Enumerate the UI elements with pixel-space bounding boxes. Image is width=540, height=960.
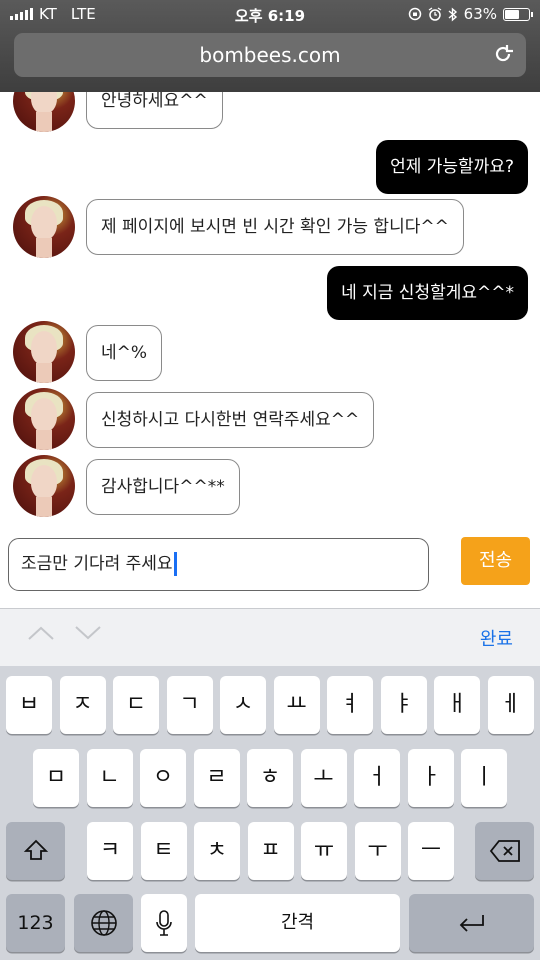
message-bubble-outgoing: 네 지금 신청할게요^^*: [327, 266, 528, 320]
send-button[interactable]: 전송: [461, 537, 530, 585]
message-bubble-incoming: 감사합니다^^**: [86, 459, 240, 515]
key-5[interactable]: ㅠ: [301, 822, 347, 880]
key-8[interactable]: ㅑ: [380, 676, 427, 734]
done-button[interactable]: 완료: [480, 625, 513, 651]
key-9[interactable]: ㅣ: [461, 749, 507, 807]
key-2[interactable]: ㅈ: [59, 676, 106, 734]
message-input-text: 조금만 기다려 주세요: [21, 554, 173, 574]
space-key[interactable]: 간격: [195, 894, 400, 952]
composer: 조금만 기다려 주세요 전송: [0, 532, 540, 608]
key-5[interactable]: ㅅ: [220, 676, 266, 734]
key-3[interactable]: ㅊ: [194, 822, 240, 880]
key-7[interactable]: ㅡ: [408, 822, 454, 880]
shift-icon: [23, 839, 48, 860]
key-3[interactable]: ㅇ: [140, 749, 186, 807]
avatar: [13, 92, 75, 132]
chevron-up-icon[interactable]: [27, 625, 55, 641]
numbers-key[interactable]: 123: [6, 894, 65, 952]
message-bubble-incoming: 안녕하세요^^: [86, 92, 223, 129]
globe-key[interactable]: [74, 894, 133, 952]
address-bar[interactable]: bombees.com: [14, 33, 526, 77]
message-input[interactable]: 조금만 기다려 주세요: [8, 538, 429, 591]
backspace-key[interactable]: [475, 822, 534, 880]
key-1[interactable]: ㅋ: [87, 822, 133, 880]
key-6[interactable]: ㅜ: [354, 822, 401, 880]
avatar: [13, 321, 75, 383]
alarm-icon: [428, 7, 442, 21]
key-4[interactable]: ㅍ: [247, 822, 294, 880]
avatar: [13, 196, 75, 258]
key-7[interactable]: ㅓ: [354, 749, 400, 807]
globe-icon: [90, 910, 117, 936]
key-1[interactable]: ㅂ: [6, 676, 52, 734]
chevron-down-icon[interactable]: [74, 625, 102, 641]
status-bar: KT LTE 오후 6:19 63%: [0, 0, 540, 30]
reload-icon[interactable]: [492, 43, 514, 65]
message-bubble-outgoing: 언제 가능할까요?: [376, 140, 528, 194]
key-7[interactable]: ㅕ: [327, 676, 373, 734]
dictation-key[interactable]: [141, 894, 187, 952]
bluetooth-icon: [448, 6, 457, 22]
key-2[interactable]: ㅌ: [140, 822, 187, 880]
key-5[interactable]: ㅎ: [247, 749, 293, 807]
key-6[interactable]: ㅗ: [300, 749, 347, 807]
battery-percent: 63%: [463, 5, 497, 23]
text-caret: [173, 552, 177, 576]
keyboard-accessory-bar: 완료: [0, 608, 540, 666]
backspace-icon: [489, 840, 520, 862]
key-9[interactable]: ㅐ: [434, 676, 480, 734]
avatar: [13, 455, 75, 517]
avatar: [13, 388, 75, 450]
key-1[interactable]: ㅁ: [33, 749, 79, 807]
url-text: bombees.com: [199, 43, 341, 67]
message-bubble-incoming: 신청하시고 다시한번 연락주세요^^: [86, 392, 375, 448]
message-bubble-incoming: 제 페이지에 보시면 빈 시간 확인 가능 합니다^^: [86, 199, 464, 255]
key-4[interactable]: ㄱ: [166, 676, 213, 734]
shift-key[interactable]: [6, 822, 65, 880]
return-key[interactable]: [409, 894, 534, 952]
onscreen-keyboard: ㅂㅈㄷㄱㅅㅛㅕㅑㅐㅔ ㅁㄴㅇㄹㅎㅗㅓㅏㅣ ㅋㅌㅊㅍㅠㅜㅡ 123 간격: [0, 666, 540, 960]
key-4[interactable]: ㄹ: [193, 749, 240, 807]
microphone-icon: [156, 910, 172, 936]
message-bubble-incoming: 네^%: [86, 325, 163, 381]
chat-thread: 안녕하세요^^ 언제 가능할까요? 제 페이지에 보시면 빈 시간 확인 가능 …: [0, 92, 540, 532]
key-8[interactable]: ㅏ: [407, 749, 454, 807]
key-6[interactable]: ㅛ: [273, 676, 320, 734]
return-icon: [459, 915, 484, 932]
key-2[interactable]: ㄴ: [86, 749, 133, 807]
key-3[interactable]: ㄷ: [113, 676, 159, 734]
rotation-lock-icon: [408, 7, 421, 21]
battery-icon: [503, 7, 533, 21]
browser-top-bar: KT LTE 오후 6:19 63% bombees.com: [0, 0, 540, 92]
key-10[interactable]: ㅔ: [487, 676, 534, 734]
